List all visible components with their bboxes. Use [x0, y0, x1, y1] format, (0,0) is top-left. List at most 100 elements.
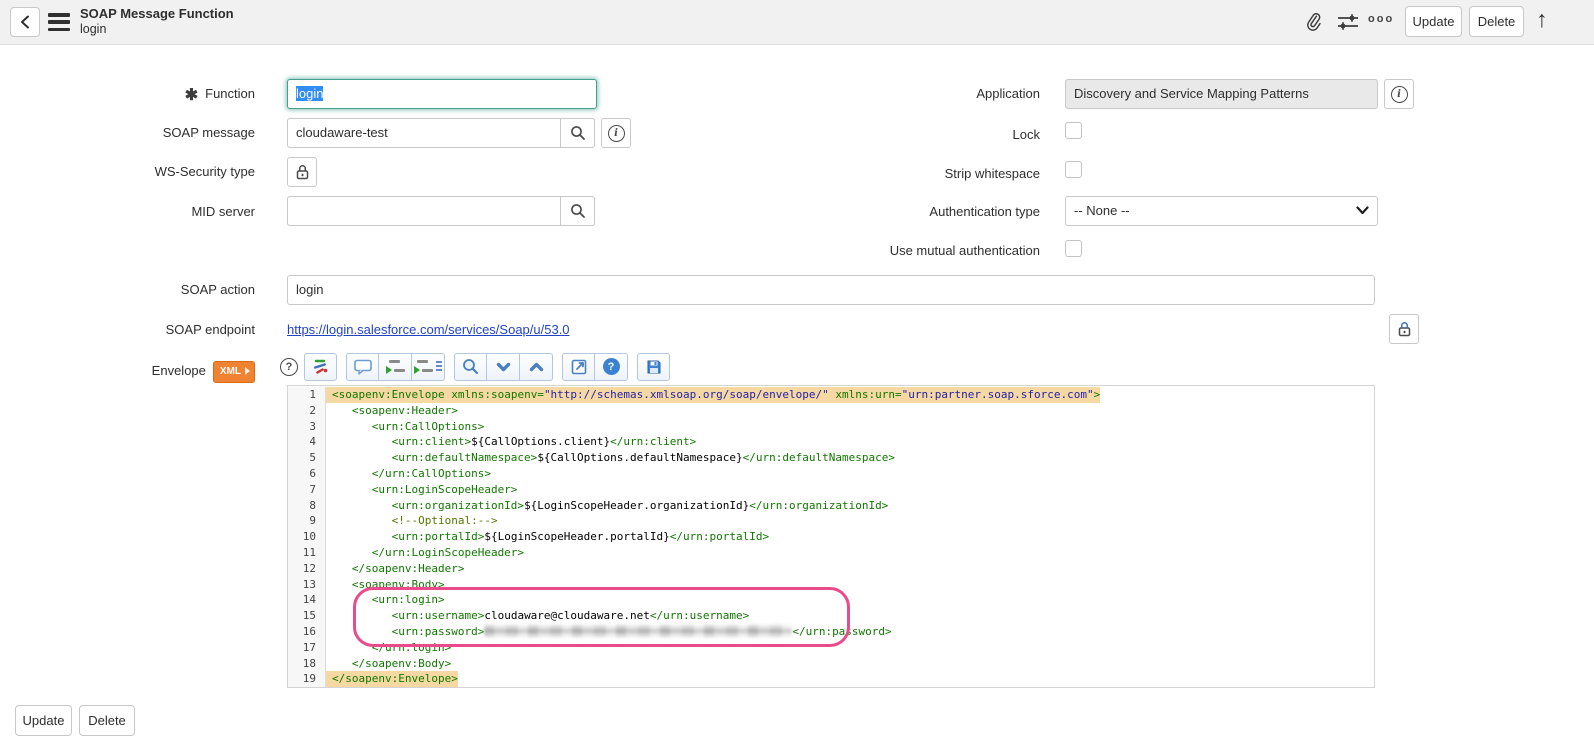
- code-line: 12 </soapenv:Header>: [288, 561, 1374, 577]
- code-line: 16 <urn:password></urn:password>: [288, 624, 1374, 640]
- code-line: 8 <urn:organizationId>${LoginScopeHeader…: [288, 498, 1374, 514]
- comment-bubble-icon: [354, 359, 372, 375]
- envelope-code-editor[interactable]: 1<soapenv:Envelope xmlns:soapenv="http:/…: [287, 385, 1375, 688]
- selected-text: login: [296, 86, 323, 101]
- code-lines: 1<soapenv:Envelope xmlns:soapenv="http:/…: [288, 387, 1374, 687]
- personalize-form-button[interactable]: [1334, 8, 1362, 36]
- search-icon: [462, 358, 479, 375]
- paperclip-icon: [1304, 11, 1324, 34]
- soap-action-input[interactable]: login: [287, 275, 1375, 305]
- function-label: ✱Function: [15, 86, 255, 104]
- redacted-password: [484, 625, 792, 637]
- code-line: 14 <urn:login>: [288, 592, 1374, 608]
- sliders-icon: [1337, 12, 1359, 32]
- editor-help-button[interactable]: ?: [595, 353, 628, 381]
- code-line: 15 <urn:username>cloudaware@cloudaware.n…: [288, 608, 1374, 624]
- code-line: 6 </urn:CallOptions>: [288, 466, 1374, 482]
- strip-whitespace-checkbox[interactable]: [1065, 161, 1082, 178]
- code-line: 4 <urn:client>${CallOptions.client}</urn…: [288, 434, 1374, 450]
- back-button[interactable]: [10, 7, 40, 37]
- mid-server-input[interactable]: [288, 197, 560, 225]
- mid-server-lookup-button[interactable]: [560, 197, 594, 225]
- record-subtitle: login: [80, 21, 106, 38]
- code-line: 18 </soapenv:Body>: [288, 656, 1374, 672]
- application-label: Application: [740, 86, 1040, 102]
- context-menu-icon[interactable]: [48, 13, 70, 31]
- code-line: 7 <urn:LoginScopeHeader>: [288, 482, 1374, 498]
- envelope-label: EnvelopeXML: [15, 361, 255, 383]
- soap-endpoint-lock-button[interactable]: [1389, 314, 1419, 344]
- find-previous-button[interactable]: [520, 353, 553, 381]
- scroll-top-icon[interactable]: ↑: [1536, 6, 1548, 33]
- mid-server-field: [287, 196, 595, 226]
- code-line: 3 <urn:CallOptions>: [288, 419, 1374, 435]
- syntax-highlight-button[interactable]: [304, 353, 337, 381]
- strip-whitespace-label: Strip whitespace: [740, 166, 1040, 182]
- xml-badge[interactable]: XML: [213, 361, 255, 383]
- page-title: SOAP Message Function: [80, 5, 234, 22]
- code-line: 9 <!--Optional:-->: [288, 513, 1374, 529]
- info-icon: i: [608, 125, 625, 142]
- soap-message-input[interactable]: cloudaware-test: [288, 119, 560, 147]
- soap-message-preview-button[interactable]: i: [601, 118, 631, 148]
- toggle-comment-button[interactable]: [346, 353, 379, 381]
- save-icon: [646, 359, 662, 375]
- code-line: 13 <soapenv:Body>: [288, 577, 1374, 593]
- back-chevron-icon: [19, 15, 31, 29]
- soap-message-field: cloudaware-test: [287, 118, 595, 148]
- footer-delete-button[interactable]: Delete: [79, 705, 135, 736]
- soap-message-function-form: SOAP Message Function login ooo Update D…: [0, 0, 1594, 754]
- header-delete-button[interactable]: Delete: [1469, 6, 1524, 37]
- syntax-highlight-icon: [312, 358, 329, 375]
- authentication-type-value: -- None --: [1074, 203, 1130, 218]
- find-next-button[interactable]: [487, 353, 520, 381]
- use-mutual-authentication-checkbox[interactable]: [1065, 240, 1082, 257]
- header-bar: SOAP Message Function login ooo Update D…: [0, 0, 1594, 45]
- chevron-down-icon: [496, 362, 511, 372]
- header-update-button[interactable]: Update: [1405, 6, 1462, 37]
- soap-action-label: SOAP action: [15, 282, 255, 298]
- attachment-button[interactable]: [1300, 8, 1328, 36]
- code-line: 10 <urn:portalId>${LoginScopeHeader.port…: [288, 529, 1374, 545]
- editor-help-icon[interactable]: ?: [280, 358, 298, 376]
- use-mutual-authentication-label: Use mutual authentication: [740, 243, 1040, 259]
- open-new-window-button[interactable]: [562, 353, 595, 381]
- authentication-type-label: Authentication type: [740, 204, 1040, 220]
- function-input[interactable]: login: [287, 79, 597, 109]
- search-button[interactable]: [454, 353, 487, 381]
- external-link-icon: [571, 359, 587, 375]
- help-icon: ?: [603, 358, 620, 375]
- lock-label: Lock: [740, 127, 1040, 143]
- editor-toolbar: ?: [280, 352, 679, 381]
- lock-icon: [1397, 321, 1412, 337]
- footer-update-button[interactable]: Update: [15, 705, 72, 736]
- replace-button[interactable]: [379, 353, 412, 381]
- application-field: Discovery and Service Mapping Patterns: [1065, 79, 1378, 109]
- code-line: 17 </urn:login>: [288, 640, 1374, 656]
- code-line: 1<soapenv:Envelope xmlns:soapenv="http:/…: [288, 387, 1374, 403]
- soap-message-lookup-button[interactable]: [560, 119, 594, 147]
- code-line: 2 <soapenv:Header>: [288, 403, 1374, 419]
- badge-arrow-icon: [245, 367, 250, 375]
- authentication-type-select[interactable]: -- None --: [1065, 196, 1378, 226]
- replace-icon: [386, 359, 405, 374]
- mandatory-icon: ✱: [185, 87, 198, 104]
- soap-endpoint-link[interactable]: https://login.salesforce.com/services/So…: [287, 322, 570, 337]
- more-options-button[interactable]: ooo: [1368, 13, 1394, 25]
- code-line: 5 <urn:defaultNamespace>${CallOptions.de…: [288, 450, 1374, 466]
- chevron-up-icon: [529, 362, 544, 372]
- search-icon: [570, 203, 586, 219]
- ws-security-lock-button[interactable]: [287, 157, 317, 187]
- replace-all-button[interactable]: [412, 353, 445, 381]
- application-preview-button[interactable]: i: [1384, 79, 1414, 109]
- replace-all-icon: [414, 359, 443, 374]
- mid-server-label: MID server: [15, 204, 255, 220]
- lock-checkbox[interactable]: [1065, 122, 1082, 139]
- ws-security-type-label: WS-Security type: [15, 164, 255, 180]
- chevron-down-icon: [1356, 206, 1369, 215]
- code-line: 19</soapenv:Envelope>: [288, 671, 1374, 687]
- save-button[interactable]: [637, 353, 670, 381]
- soap-endpoint-label: SOAP endpoint: [15, 322, 255, 338]
- code-line: 11 </urn:LoginScopeHeader>: [288, 545, 1374, 561]
- soap-message-label: SOAP message: [15, 125, 255, 141]
